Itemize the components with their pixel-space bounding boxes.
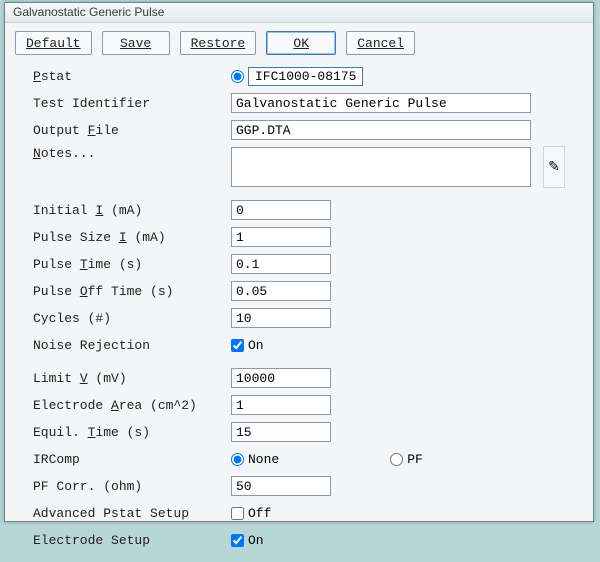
- ok-button[interactable]: OK: [266, 31, 336, 55]
- dialog-window: Galvanostatic Generic Pulse Default Save…: [4, 2, 594, 522]
- pf-corr-label: PF Corr. (ohm): [33, 479, 231, 494]
- ircomp-none-radio[interactable]: None: [231, 452, 279, 467]
- ircomp-pf-radio[interactable]: PF: [390, 452, 423, 467]
- elec-area-input[interactable]: [231, 395, 331, 415]
- initial-i-input[interactable]: [231, 200, 331, 220]
- elec-area-label: Electrode Area (cm^2): [33, 398, 231, 413]
- notes-textarea[interactable]: [231, 147, 531, 187]
- pstat-radio[interactable]: IFC1000-08175: [231, 67, 363, 86]
- form-area: Pstat IFC1000-08175 Test Identifier Outp…: [5, 61, 593, 562]
- notes-expand-button[interactable]: ✎: [543, 146, 565, 188]
- ircomp-pf-text: PF: [407, 452, 423, 467]
- pstat-label: Pstat: [33, 69, 231, 84]
- pulse-time-label: Pulse Time (s): [33, 257, 231, 272]
- cycles-input[interactable]: [231, 308, 331, 328]
- save-button[interactable]: Save: [102, 31, 170, 55]
- noise-rej-label: Noise Rejection: [33, 338, 231, 353]
- limit-v-input[interactable]: [231, 368, 331, 388]
- pstat-name: IFC1000-08175: [248, 67, 363, 86]
- output-file-label: Output File: [33, 123, 231, 138]
- pulse-size-i-input[interactable]: [231, 227, 331, 247]
- adv-pstat-text: Off: [248, 506, 271, 521]
- test-id-label: Test Identifier: [33, 96, 231, 111]
- toolbar: Default Save Restore OK Cancel: [5, 23, 593, 61]
- equil-time-label: Equil. Time (s): [33, 425, 231, 440]
- ircomp-none-input[interactable]: [231, 453, 244, 466]
- initial-i-label: Initial I (mA): [33, 203, 231, 218]
- default-button[interactable]: Default: [15, 31, 92, 55]
- noise-rej-checkbox[interactable]: [231, 339, 244, 352]
- cancel-button[interactable]: Cancel: [346, 31, 415, 55]
- pf-corr-input[interactable]: [231, 476, 331, 496]
- elec-setup-check[interactable]: On: [231, 533, 264, 548]
- output-file-input[interactable]: [231, 120, 531, 140]
- test-id-input[interactable]: [231, 93, 531, 113]
- elec-setup-text: On: [248, 533, 264, 548]
- pulse-off-time-input[interactable]: [231, 281, 331, 301]
- titlebar: Galvanostatic Generic Pulse: [5, 3, 593, 23]
- elec-setup-label: Electrode Setup: [33, 533, 231, 548]
- pencil-icon: ✎: [548, 159, 560, 176]
- adv-pstat-label: Advanced Pstat Setup: [33, 506, 231, 521]
- restore-button[interactable]: Restore: [180, 31, 257, 55]
- elec-setup-checkbox[interactable]: [231, 534, 244, 547]
- pulse-time-input[interactable]: [231, 254, 331, 274]
- pulse-size-i-label: Pulse Size I (mA): [33, 230, 231, 245]
- noise-rej-check[interactable]: On: [231, 338, 264, 353]
- cycles-label: Cycles (#): [33, 311, 231, 326]
- ircomp-none-text: None: [248, 452, 279, 467]
- window-title: Galvanostatic Generic Pulse: [13, 5, 164, 19]
- adv-pstat-check[interactable]: Off: [231, 506, 271, 521]
- limit-v-label: Limit V (mV): [33, 371, 231, 386]
- adv-pstat-checkbox[interactable]: [231, 507, 244, 520]
- noise-rej-text: On: [248, 338, 264, 353]
- ircomp-pf-input[interactable]: [390, 453, 403, 466]
- pulse-off-time-label: Pulse Off Time (s): [33, 284, 231, 299]
- pstat-radio-input[interactable]: [231, 70, 244, 83]
- equil-time-input[interactable]: [231, 422, 331, 442]
- ircomp-label: IRComp: [33, 452, 231, 467]
- notes-label: Notes...: [33, 146, 231, 161]
